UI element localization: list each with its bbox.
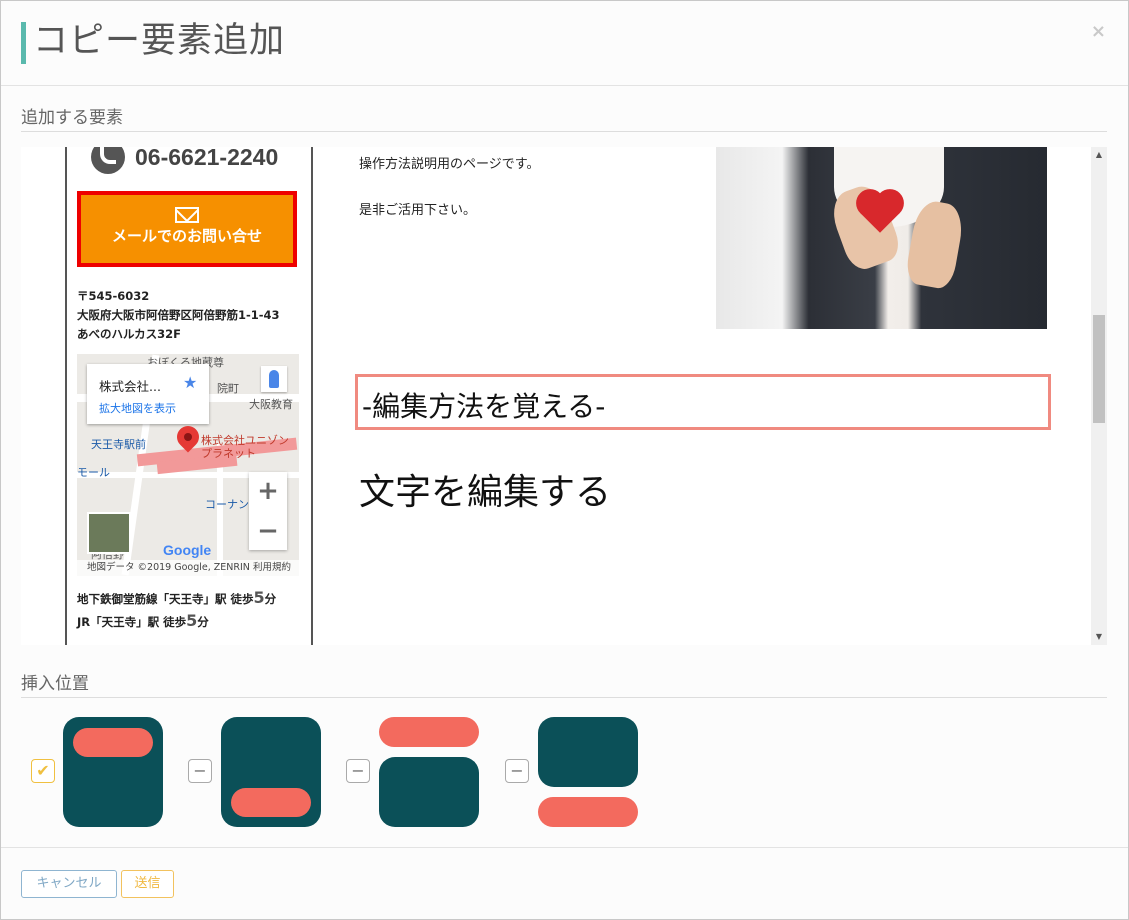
phone-row: 06-6621-2240 (91, 147, 279, 174)
zoom-in-button[interactable]: + (249, 472, 287, 510)
mail-inquiry-button[interactable]: メールでのお問い合せ (77, 191, 297, 267)
container-block (379, 757, 479, 827)
intro-text: 是非ご活用下さい。 (359, 203, 477, 218)
google-logo: Google (163, 542, 212, 558)
section-heading: 文字を編集する (359, 472, 612, 513)
address-line: 大阪府大阪市阿倍野区阿倍野筋1-1-43 (77, 308, 280, 322)
map-attribution: 地図データ ©2019 Google, ZENRIN 利用規約 (77, 560, 299, 576)
map-place-name: 株式会社... (99, 379, 161, 394)
map-label: プラネット (201, 447, 256, 460)
satellite-toggle[interactable] (87, 512, 131, 554)
position-checkbox-before[interactable]: − (346, 759, 370, 783)
insert-marker (538, 797, 638, 827)
cancel-button[interactable]: キャンセル (21, 870, 117, 898)
google-map[interactable]: おぼくろ地蔵尊 院町 大阪教育 天王寺駅前 株式会社ユニゾン プラネット モール… (77, 354, 299, 576)
street-view-icon[interactable] (261, 366, 287, 392)
preview-scrollbar[interactable]: ▲ ▼ (1091, 147, 1107, 645)
map-zoom-control: + − (249, 472, 287, 550)
elements-section-label: 追加する要素 (21, 108, 123, 128)
phone-number: 06-6621-2240 (135, 147, 279, 170)
business-photo (716, 147, 1047, 329)
dialog-header: コピー要素追加 × (1, 1, 1128, 86)
scroll-up-arrow-icon[interactable]: ▲ (1091, 147, 1107, 163)
mail-icon (175, 207, 199, 223)
close-icon[interactable]: × (1091, 21, 1106, 42)
divider (21, 697, 1107, 698)
phone-icon (91, 147, 125, 174)
access-line: JR「天王寺」駅 徒歩5分 (77, 611, 209, 630)
position-checkbox-inside-top[interactable]: ✔ (31, 759, 55, 783)
position-checkbox-after[interactable]: − (505, 759, 529, 783)
enlarge-map-link[interactable]: 拡大地図を表示 (99, 400, 176, 416)
map-data-credit: 地図データ ©2019 Google, ZENRIN (87, 562, 250, 573)
map-label: 院町 (217, 382, 239, 395)
map-label: 天王寺駅前 (91, 438, 146, 451)
preview-sidebar: 06-6621-2240 メールでのお問い合せ 〒545-6032 大阪府大阪市… (65, 147, 313, 645)
position-section-label: 挿入位置 (21, 674, 89, 694)
scrollbar-thumb[interactable] (1093, 315, 1105, 423)
address-line: 〒545-6032 (77, 289, 150, 303)
title-accent-bar (21, 22, 26, 64)
position-checkbox-inside-bottom[interactable]: − (188, 759, 212, 783)
send-button[interactable]: 送信 (121, 870, 174, 898)
selected-heading-element[interactable]: -編集方法を覚える- (355, 374, 1051, 430)
address-line: あべのハルカス32F (77, 327, 182, 341)
dialog-footer: キャンセル 送信 (1, 847, 1128, 920)
insert-marker (73, 728, 153, 757)
access-info: 地下鉄御堂筋線「天王寺」駅 徒歩5分 JR「天王寺」駅 徒歩5分 (77, 587, 276, 633)
scroll-down-arrow-icon[interactable]: ▼ (1091, 629, 1107, 645)
dialog-title: コピー要素追加 (33, 21, 286, 61)
map-info-window: 株式会社... ★ 拡大地図を表示 (87, 364, 209, 424)
map-label: コーナン (205, 498, 249, 511)
zoom-out-button[interactable]: − (249, 512, 287, 550)
copy-element-dialog: コピー要素追加 × 追加する要素 06-6621-2240 メールでのお問い合せ… (0, 0, 1129, 920)
map-label: 大阪教育 (249, 398, 293, 411)
insert-marker (231, 788, 311, 817)
address: 〒545-6032 大阪府大阪市阿倍野区阿倍野筋1-1-43 あべのハルカス32… (77, 287, 280, 344)
element-preview[interactable]: 06-6621-2240 メールでのお問い合せ 〒545-6032 大阪府大阪市… (21, 147, 1107, 645)
map-terms-link[interactable]: 利用規約 (253, 560, 291, 576)
map-label: モール (77, 466, 110, 479)
insert-marker (379, 717, 479, 747)
container-block (538, 717, 638, 787)
selected-heading-text: -編集方法を覚える- (362, 390, 606, 423)
intro-text: 操作方法説明用のページです。 (359, 157, 540, 172)
star-icon[interactable]: ★ (183, 373, 197, 392)
mail-inquiry-label: メールでのお問い合せ (111, 227, 262, 245)
divider (21, 131, 1107, 132)
access-line: 地下鉄御堂筋線「天王寺」駅 徒歩5分 (77, 588, 277, 607)
